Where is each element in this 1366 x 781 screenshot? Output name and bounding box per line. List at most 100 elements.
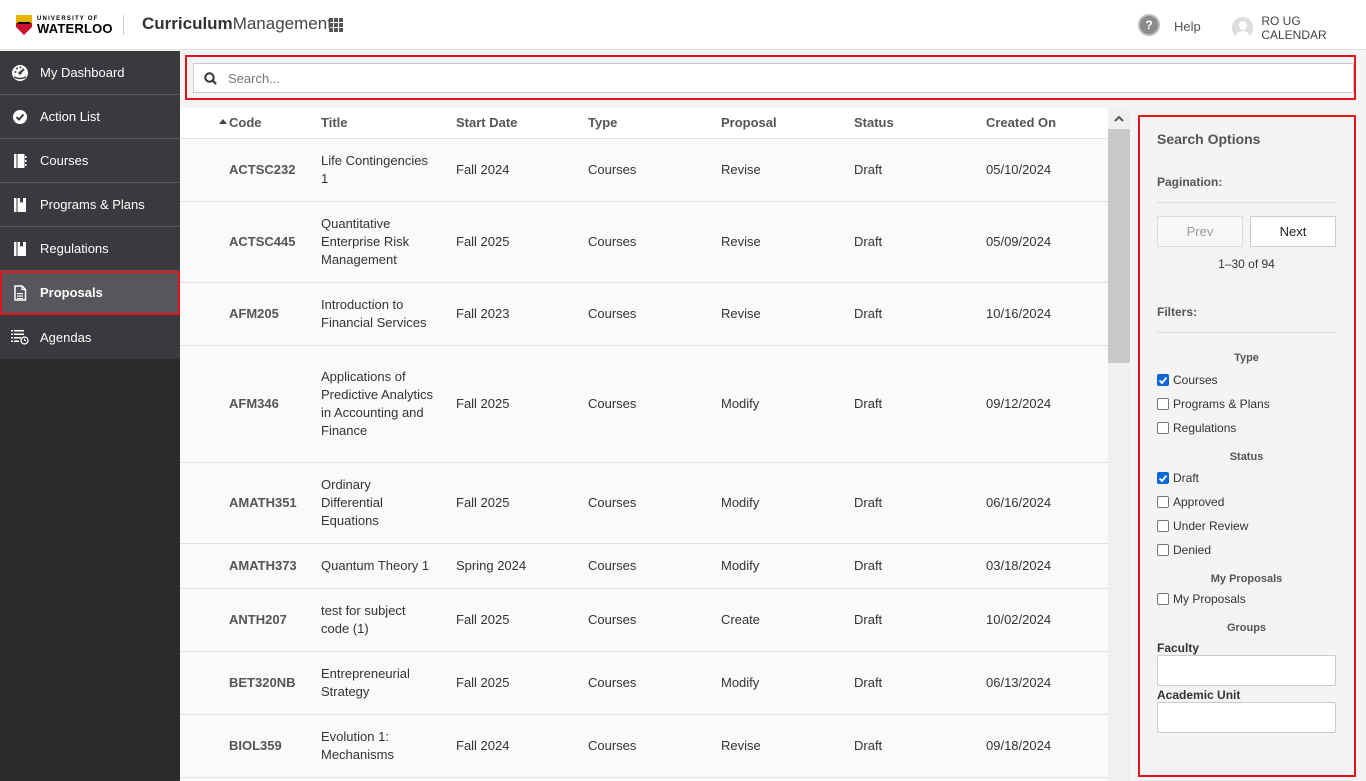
- scroll-thumb[interactable]: [1108, 129, 1130, 363]
- checkbox-unchecked[interactable]: [1157, 544, 1169, 556]
- cell-proposal: Revise: [721, 714, 854, 778]
- sidebar-item-courses[interactable]: Courses: [0, 139, 180, 183]
- checkbox-checked[interactable]: [1157, 374, 1169, 386]
- type-filter-option[interactable]: Regulations: [1157, 416, 1336, 440]
- cell-title: Evolution 1: Mechanisms: [321, 714, 456, 778]
- column-header-code[interactable]: Code: [180, 108, 321, 139]
- cell-title: test for subject code (1): [321, 588, 456, 652]
- table-row[interactable]: AFM205 Introduction to Financial Services…: [180, 282, 1108, 346]
- table-row[interactable]: AMATH373 Quantum Theory 1 Spring 2024 Cours…: [180, 543, 1108, 589]
- column-header-status[interactable]: Status: [854, 108, 986, 139]
- checkbox-unchecked[interactable]: [1157, 422, 1169, 434]
- checkbox-label: Courses: [1173, 373, 1218, 387]
- prev-page-button[interactable]: Prev: [1157, 216, 1243, 247]
- academic-unit-input[interactable]: [1157, 702, 1336, 733]
- checkbox-unchecked[interactable]: [1157, 520, 1169, 532]
- sidebar-item-action-list[interactable]: Action List: [0, 95, 180, 139]
- panel-title: Search Options: [1157, 131, 1261, 147]
- user-menu[interactable]: RO UG CALENDAR: [1232, 14, 1366, 42]
- university-logo[interactable]: UNIVERSITY OF WATERLOO: [16, 13, 113, 37]
- checkbox-checked[interactable]: [1157, 472, 1169, 484]
- cell-title: Applications of Predictive Analytics in …: [321, 345, 456, 463]
- cell-status: Draft: [854, 138, 986, 202]
- checkbox-unchecked[interactable]: [1157, 398, 1169, 410]
- sidebar-nav: My Dashboard Action List Courses Program…: [0, 51, 180, 781]
- cell-proposal: Revise: [721, 282, 854, 346]
- type-filter-title: Type: [1234, 352, 1259, 364]
- cell-proposal: Modify: [721, 543, 854, 589]
- sidebar-item-my-dashboard[interactable]: My Dashboard: [0, 51, 180, 95]
- table-row[interactable]: BET320NB Entrepreneurial Strategy Fall 202…: [180, 651, 1108, 715]
- academic-unit-label: Academic Unit: [1157, 688, 1241, 702]
- sidebar-item-agendas[interactable]: Agendas: [0, 315, 180, 359]
- cell-status: Draft: [854, 714, 986, 778]
- sidebar-item-label: Regulations: [40, 241, 109, 256]
- checkbox-label: Programs & Plans: [1173, 397, 1270, 411]
- column-header-proposal[interactable]: Proposal: [721, 108, 854, 139]
- filters-label: Filters:: [1157, 305, 1336, 333]
- status-filter-option[interactable]: Approved: [1157, 490, 1336, 514]
- type-filter-option[interactable]: Courses: [1157, 368, 1336, 392]
- scroll-up-button[interactable]: [1108, 108, 1130, 128]
- table-scrollbar[interactable]: [1108, 108, 1130, 781]
- cell-created: 03/18/2024: [986, 543, 1108, 589]
- sidebar-item-programs-plans[interactable]: Programs & Plans: [0, 183, 180, 227]
- sidebar-item-label: Courses: [40, 153, 89, 168]
- column-header-created-on[interactable]: Created On: [986, 108, 1108, 139]
- cell-type: Courses: [588, 201, 721, 283]
- search-highlight: [185, 55, 1356, 100]
- cell-type: Courses: [588, 345, 721, 463]
- cell-code: AMATH373: [180, 543, 321, 589]
- type-filter-options: Courses Programs & Plans Regulations: [1157, 368, 1336, 440]
- cell-type: Courses: [588, 714, 721, 778]
- cell-created: 10/16/2024: [986, 282, 1108, 346]
- cell-proposal: Create: [721, 588, 854, 652]
- search-input[interactable]: [228, 64, 1353, 92]
- status-filter-title: Status: [1229, 451, 1264, 463]
- status-filter-option[interactable]: Denied: [1157, 538, 1336, 562]
- app-title: CurriculumManagement: [142, 14, 332, 34]
- checkbox-unchecked[interactable]: [1157, 593, 1169, 605]
- cell-start: Fall 2025: [456, 462, 588, 544]
- sidebar-item-regulations[interactable]: Regulations: [0, 227, 180, 271]
- cell-code: ACTSC445: [180, 201, 321, 283]
- status-filter-option[interactable]: Under Review: [1157, 514, 1336, 538]
- cell-title: Quantum Theory 1: [321, 543, 456, 589]
- app-header: UNIVERSITY OF WATERLOO CurriculumManagem…: [0, 0, 1366, 50]
- table-row[interactable]: AMATH351 Ordinary Differential Equations F…: [180, 462, 1108, 544]
- table-row[interactable]: ANTH207 test for subject code (1) Fall 202…: [180, 588, 1108, 652]
- checkbox-unchecked[interactable]: [1157, 496, 1169, 508]
- pagination-label: Pagination:: [1157, 175, 1336, 203]
- cell-code: AFM346: [180, 345, 321, 463]
- column-header-title[interactable]: Title: [321, 108, 456, 139]
- cell-proposal: Modify: [721, 651, 854, 715]
- help-label: Help: [1174, 18, 1201, 34]
- bookmark-book-icon: [11, 196, 29, 214]
- column-header-start-date[interactable]: Start Date: [456, 108, 588, 139]
- cell-start: Spring 2024: [456, 543, 588, 589]
- my-proposals-filter-title: My Proposals: [1210, 573, 1283, 585]
- table-row[interactable]: AFM346 Applications of Predictive Analyti…: [180, 345, 1108, 463]
- page-count: 1–30 of 94: [1218, 257, 1275, 271]
- header-divider: [123, 15, 124, 35]
- avatar-icon: [1232, 17, 1254, 39]
- cell-type: Courses: [588, 651, 721, 715]
- faculty-input[interactable]: [1157, 655, 1336, 686]
- column-header-type[interactable]: Type: [588, 108, 721, 139]
- cell-proposal: Revise: [721, 201, 854, 283]
- type-filter-option[interactable]: Programs & Plans: [1157, 392, 1336, 416]
- table-row[interactable]: ACTSC445 Quantitative Enterprise Risk Man…: [180, 201, 1108, 283]
- next-page-button[interactable]: Next: [1250, 216, 1336, 247]
- table-row[interactable]: ACTSC232 Life Contingencies 1 Fall 2024 Cou…: [180, 138, 1108, 202]
- status-filter-option[interactable]: Draft: [1157, 466, 1336, 490]
- help-question-icon: ?: [1138, 14, 1160, 36]
- help-button[interactable]: ? Help: [1138, 14, 1201, 36]
- app-grid-icon[interactable]: [329, 18, 343, 32]
- cell-start: Fall 2025: [456, 201, 588, 283]
- my-proposals-filter-option[interactable]: My Proposals: [1157, 587, 1336, 611]
- cell-created: 09/12/2024: [986, 345, 1108, 463]
- logo-big-text: WATERLOO: [37, 20, 113, 36]
- sidebar-item-proposals[interactable]: Proposals: [0, 271, 180, 315]
- groups-title: Groups: [1226, 622, 1267, 634]
- table-row[interactable]: BIOL359 Evolution 1: Mechanisms Fall 2024 C…: [180, 714, 1108, 778]
